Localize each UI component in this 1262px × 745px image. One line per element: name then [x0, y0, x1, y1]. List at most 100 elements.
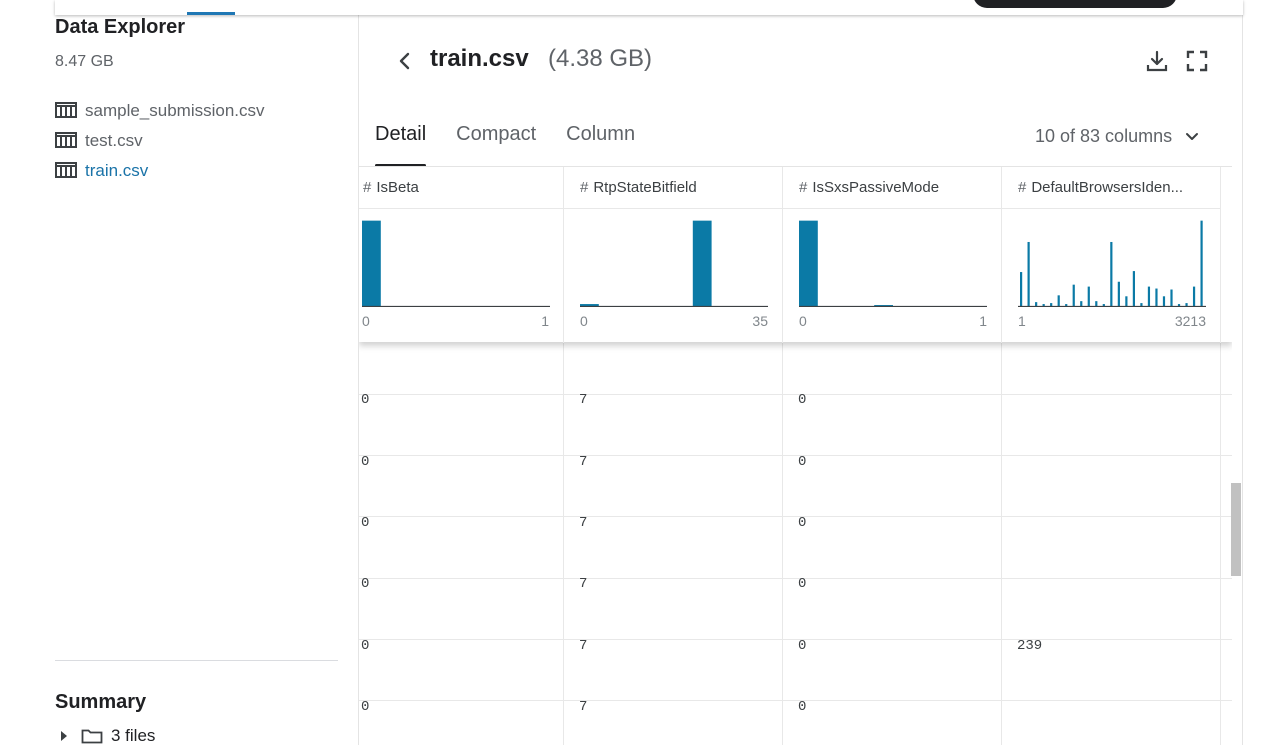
- histogram-bar: [362, 220, 381, 306]
- histogram-bar: [874, 305, 893, 306]
- histogram-bar: [1102, 304, 1105, 306]
- histogram-bar: [1185, 303, 1188, 306]
- file-name: train.csv: [85, 161, 149, 180]
- summary-files-label: 3 files: [111, 726, 156, 745]
- column-name: IsSxsPassiveMode: [812, 179, 940, 196]
- download-icon[interactable]: [1145, 49, 1169, 73]
- histogram-bar: [1170, 289, 1173, 306]
- column-histogram: [1018, 220, 1206, 307]
- table-cell: 0: [798, 392, 807, 408]
- numeric-type-icon: #: [363, 179, 372, 196]
- numeric-type-icon: #: [1018, 179, 1027, 196]
- column-title: # IsBeta: [359, 167, 563, 209]
- histogram-bar: [1117, 281, 1120, 306]
- fullscreen-icon[interactable]: [1185, 49, 1209, 73]
- table-cell: 0: [361, 576, 370, 592]
- histogram-bar: [1155, 288, 1158, 306]
- summary-title: Summary: [55, 691, 147, 713]
- column-title: # DefaultBrowsersIden...: [1002, 167, 1220, 209]
- histogram-bar: [1147, 286, 1151, 306]
- header-action-button[interactable]: [973, 0, 1177, 8]
- histogram-bar: [1072, 284, 1075, 306]
- histogram-bar: [1057, 295, 1060, 306]
- back-arrow-icon[interactable]: [393, 49, 417, 73]
- vertical-scrollbar[interactable]: [1231, 483, 1241, 576]
- histogram-bar: [1042, 304, 1045, 306]
- histogram-bar: [1192, 286, 1196, 306]
- summary-files-toggle[interactable]: 3 files: [61, 726, 155, 745]
- column-name: IsBeta: [376, 179, 419, 196]
- column-name: DefaultBrowsersIden...: [1031, 179, 1184, 196]
- column-title: # RtpStateBitfield: [564, 167, 782, 209]
- column-histogram: [580, 220, 768, 307]
- table-cell: 7: [579, 638, 588, 654]
- table-cell: 0: [361, 454, 370, 470]
- file-name: sample_submission.csv: [85, 101, 265, 120]
- column-title: # IsSxsPassiveMode: [783, 167, 1001, 209]
- histogram-min-label: 0: [362, 313, 370, 329]
- histogram-bar: [1050, 303, 1053, 306]
- histogram-bar: [1065, 304, 1068, 306]
- column-histogram: [799, 220, 987, 307]
- table-cell: 0: [361, 638, 370, 654]
- histogram-bar: [1110, 241, 1113, 306]
- file-list: sample_submission.csv test.csv train.csv: [55, 96, 265, 186]
- column-count-label: 10 of 83 columns: [1035, 126, 1173, 146]
- table-cell: 0: [361, 699, 370, 715]
- histogram-min-label: 0: [580, 313, 588, 329]
- table-cell: 239: [1017, 638, 1043, 654]
- file-viewer: train.csv (4.38 GB) Detail Compact Colum…: [358, 15, 1243, 745]
- table-cell: 0: [361, 392, 370, 408]
- histogram-bar: [1020, 272, 1023, 306]
- file-item-test[interactable]: test.csv: [55, 126, 265, 156]
- table-cell: 7: [579, 392, 588, 408]
- table-cell: 7: [579, 454, 588, 470]
- table-cell: 0: [798, 515, 807, 531]
- histogram-bar: [1027, 241, 1030, 306]
- histogram-bar: [692, 220, 712, 306]
- folder-icon: [81, 729, 103, 744]
- column-header[interactable]: # IsBeta 0 1: [359, 167, 564, 343]
- histogram-max-label: 1: [541, 313, 549, 329]
- histogram-bar: [580, 304, 599, 306]
- header-active-tab-indicator: [187, 12, 235, 15]
- file-item-train[interactable]: train.csv: [55, 156, 265, 186]
- table-cell: 7: [579, 515, 588, 531]
- histogram-max-label: 3213: [1174, 313, 1206, 329]
- top-header: [55, 0, 1243, 15]
- histogram-bar: [1132, 271, 1135, 306]
- numeric-type-icon: #: [799, 179, 808, 196]
- file-item-sample-submission[interactable]: sample_submission.csv: [55, 96, 265, 126]
- table-icon: [55, 132, 77, 148]
- column-header[interactable]: # RtpStateBitfield 0 35: [564, 167, 783, 343]
- data-grid: # IsBeta 0 1 # RtpStateBitfield 0 35 # IsSxsPassi…: [359, 166, 1232, 745]
- chevron-down-icon: [1186, 132, 1199, 140]
- histogram-bar: [799, 220, 818, 306]
- column-header[interactable]: # IsSxsPassiveMode 0 1: [783, 167, 1002, 343]
- file-size: (4.38 GB): [548, 45, 653, 72]
- table-cell: 0: [798, 454, 807, 470]
- view-tabs: Detail Compact Column: [375, 123, 665, 167]
- column-header-row: # IsBeta 0 1 # RtpStateBitfield 0 35 # IsSxsPassi…: [359, 166, 1232, 343]
- file-name: test.csv: [85, 131, 143, 150]
- numeric-type-icon: #: [580, 179, 589, 196]
- tab-compact[interactable]: Compact: [456, 123, 536, 167]
- table-cell: 0: [798, 699, 807, 715]
- table-cell: 0: [798, 638, 807, 654]
- histogram-bar: [1080, 301, 1083, 306]
- histogram-bar: [1200, 220, 1203, 306]
- tab-detail[interactable]: Detail: [375, 123, 427, 167]
- table-icon: [55, 102, 77, 118]
- column-header[interactable]: # DefaultBrowsersIden... 1 3213: [1002, 167, 1221, 343]
- data-explorer-sidebar: Data Explorer 8.47 GB sample_submission.…: [55, 15, 338, 745]
- column-count-dropdown[interactable]: 10 of 83 columns: [1035, 126, 1200, 147]
- file-title: train.csv: [430, 45, 529, 72]
- sidebar-divider: [55, 660, 338, 661]
- histogram-bar: [1162, 296, 1166, 306]
- table-icon: [55, 162, 77, 178]
- histogram-max-label: 1: [979, 313, 987, 329]
- tab-column[interactable]: Column: [566, 123, 635, 167]
- histogram-bar: [1125, 296, 1128, 306]
- table-cell: 7: [579, 576, 588, 592]
- histogram-min-label: 1: [1018, 313, 1026, 329]
